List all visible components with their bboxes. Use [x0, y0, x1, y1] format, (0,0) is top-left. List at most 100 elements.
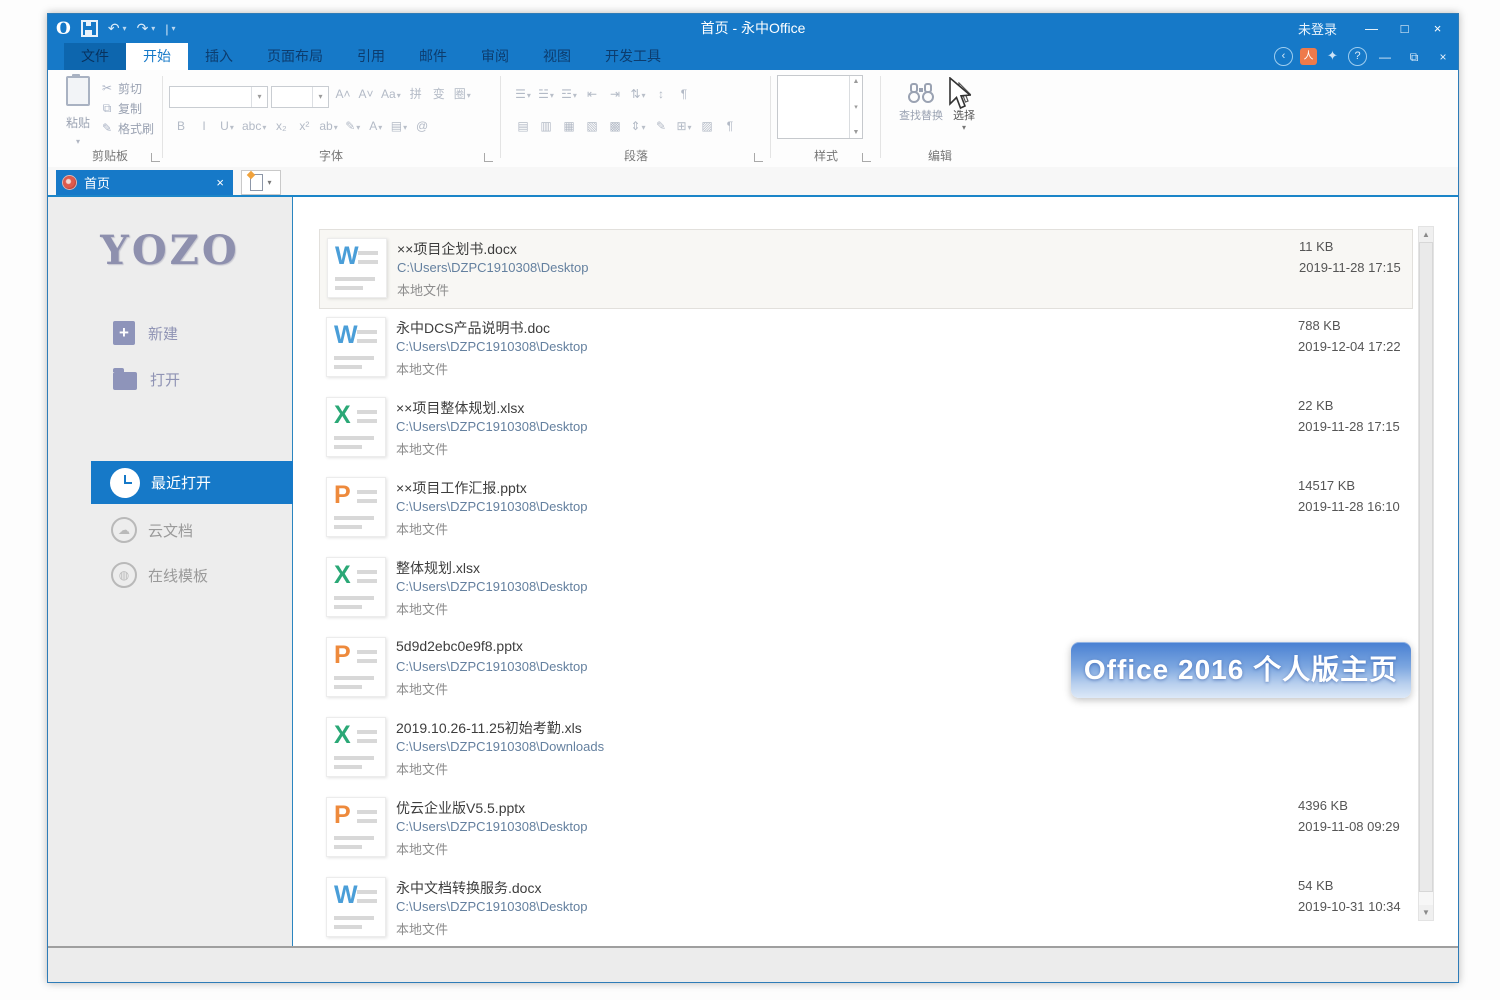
doc-restore-button[interactable]: ⧉ — [1403, 48, 1425, 66]
para-r2-icon-7[interactable]: ✎ — [651, 117, 671, 135]
sidebar-item-cloud[interactable]: ☁云文档 — [91, 512, 293, 548]
file-row[interactable]: W××项目企划书.docxC:\Users\DZPC1910308\Deskto… — [319, 229, 1413, 309]
share-icon[interactable]: ✦ — [1324, 48, 1341, 65]
file-location-badge: 本地文件 — [396, 839, 448, 858]
scroll-up-icon[interactable]: ▲ — [1419, 227, 1433, 242]
font-dialog-launcher[interactable] — [484, 153, 493, 162]
tab-mailings[interactable]: 邮件 — [402, 43, 464, 70]
tab-references[interactable]: 引用 — [340, 43, 402, 70]
font-size-caret-icon[interactable]: ▾ — [312, 87, 328, 107]
qat-customize-caret-icon[interactable]: ▾ — [171, 24, 175, 33]
para-r2-icon-3[interactable]: ▦ — [559, 117, 579, 135]
font-r1-icon-4[interactable]: 拼 — [406, 85, 426, 103]
font-r2-icon-9[interactable]: A▾ — [366, 117, 386, 135]
style-gallery-scroll[interactable]: ▲▾▼ — [849, 76, 862, 138]
file-row[interactable]: X××项目整体规划.xlsxC:\Users\DZPC1910308\Deskt… — [319, 389, 1413, 469]
copy-button[interactable]: ⧉复制 — [100, 98, 154, 118]
font-r2-icon-8[interactable]: ✎▾ — [343, 117, 363, 135]
sidebar-item-open[interactable]: 打开 — [113, 365, 180, 393]
doc-minimize-button[interactable]: — — [1374, 48, 1396, 66]
save-icon[interactable] — [81, 20, 98, 37]
font-r2-icon-3[interactable]: U▾ — [217, 117, 237, 135]
close-button[interactable]: × — [1423, 18, 1452, 40]
paste-button[interactable]: 粘贴 ▾ — [60, 76, 96, 142]
para-r1-icon-2[interactable]: ☱▾ — [536, 85, 556, 103]
login-status[interactable]: 未登录 — [1298, 19, 1337, 38]
file-row[interactable]: X2019.10.26-11.25初始考勤.xlsC:\Users\DZPC19… — [319, 709, 1413, 789]
find-replace-button[interactable]: 查找替换 — [899, 82, 943, 123]
font-r2-icon-4[interactable]: abc▾ — [240, 117, 268, 135]
user-avatar-icon[interactable]: 人 — [1300, 48, 1317, 65]
para-r1-icon-7[interactable]: ↕ — [651, 85, 671, 103]
font-r1-icon-3[interactable]: Aa▾ — [379, 85, 403, 103]
font-r1-icon-2[interactable]: A˅ — [356, 85, 376, 103]
font-r2-icon-1[interactable]: B — [171, 117, 191, 135]
para-r1-icon-3[interactable]: ☲▾ — [559, 85, 579, 103]
tab-dev-tools[interactable]: 开发工具 — [588, 43, 678, 70]
para-r2-icon-1[interactable]: ▤ — [513, 117, 533, 135]
tab-insert[interactable]: 插入 — [188, 43, 250, 70]
tab-view[interactable]: 视图 — [526, 43, 588, 70]
font-r2-icon-10[interactable]: ▤▾ — [389, 117, 409, 135]
redo-caret-icon[interactable]: ▾ — [151, 24, 155, 33]
redo-icon[interactable]: ↷ — [137, 20, 149, 37]
format-painter-button[interactable]: ✎格式刷 — [100, 118, 154, 138]
para-r2-icon-9[interactable]: ▨ — [697, 117, 717, 135]
font-size-combo[interactable]: ▾ — [271, 86, 329, 108]
tab-home[interactable]: 开始 — [126, 43, 188, 70]
para-r1-icon-5[interactable]: ⇥ — [605, 85, 625, 103]
para-r1-icon-8[interactable]: ¶ — [674, 85, 694, 103]
font-name-combo[interactable]: ▾ — [169, 86, 268, 108]
para-r2-icon-10[interactable]: ¶ — [720, 117, 740, 135]
back-circle-icon[interactable]: ‹ — [1274, 47, 1293, 66]
font-r2-icon-11[interactable]: @ — [412, 117, 432, 135]
file-row[interactable]: X整体规划.xlsxC:\Users\DZPC1910308\Desktop本地… — [319, 549, 1413, 629]
font-r1-icon-5[interactable]: 变 — [429, 85, 449, 103]
font-r1-icon-6[interactable]: 圈▾ — [452, 85, 473, 103]
para-r1-icon-6[interactable]: ⇅▾ — [628, 85, 648, 103]
para-r2-icon-8[interactable]: ⊞▾ — [674, 117, 694, 135]
font-r2-icon-5[interactable]: x₂ — [271, 117, 291, 135]
sidebar-item-new[interactable]: 新建 — [113, 319, 178, 347]
para-r2-icon-4[interactable]: ▧ — [582, 117, 602, 135]
para-r2-icon-2[interactable]: ▥ — [536, 117, 556, 135]
font-r2-icon-7[interactable]: ab▾ — [317, 117, 339, 135]
yozo-logo-icon[interactable]: O — [56, 19, 71, 39]
font-r1-icon-1[interactable]: A˄ — [333, 85, 353, 103]
tab-review[interactable]: 审阅 — [464, 43, 526, 70]
scroll-down-icon[interactable]: ▼ — [1419, 905, 1433, 920]
scrollbar[interactable]: ▲ ▼ — [1418, 226, 1434, 921]
sidebar-item-templates[interactable]: ◍在线模板 — [91, 557, 293, 593]
style-dialog-launcher[interactable] — [862, 153, 871, 162]
cut-button[interactable]: ✂剪切 — [100, 78, 154, 98]
tab-close-icon[interactable]: × — [216, 175, 224, 190]
file-row[interactable]: P××项目工作汇报.pptxC:\Users\DZPC1910308\Deskt… — [319, 469, 1413, 549]
tab-file[interactable]: 文件 — [64, 43, 126, 70]
para-r1-icon-4[interactable]: ⇤ — [582, 85, 602, 103]
font-r2-icon-6[interactable]: x² — [294, 117, 314, 135]
new-document-button[interactable]: ▾ — [241, 170, 281, 195]
file-row[interactable]: P优云企业版V5.5.pptxC:\Users\DZPC1910308\Desk… — [319, 789, 1413, 869]
font-r2-icon-2[interactable]: I — [194, 117, 214, 135]
clipboard-dialog-launcher[interactable] — [151, 153, 160, 162]
qat-customize-icon[interactable]: | — [165, 22, 168, 36]
doc-close-button[interactable]: × — [1432, 48, 1454, 66]
para-r1-icon-1[interactable]: ☰▾ — [513, 85, 533, 103]
file-row[interactable]: W永中文档转换服务.docxC:\Users\DZPC1910308\Deskt… — [319, 869, 1413, 949]
maximize-button[interactable]: □ — [1390, 18, 1419, 40]
style-gallery[interactable]: ▲▾▼ — [777, 75, 863, 139]
font-name-caret-icon[interactable]: ▾ — [251, 87, 267, 107]
sidebar-item-recent[interactable]: 最近打开 — [91, 461, 293, 504]
tab-home-page[interactable]: 首页 × — [56, 170, 233, 195]
para-r2-icon-5[interactable]: ▩ — [605, 117, 625, 135]
undo-icon[interactable]: ↶ — [108, 20, 120, 37]
help-icon[interactable]: ? — [1348, 47, 1367, 66]
scroll-thumb[interactable] — [1419, 242, 1433, 892]
para-r2-icon-6[interactable]: ⇕▾ — [628, 117, 648, 135]
paragraph-dialog-launcher[interactable] — [754, 153, 763, 162]
tab-page-layout[interactable]: 页面布局 — [250, 43, 340, 70]
file-row[interactable]: W永中DCS产品说明书.docC:\Users\DZPC1910308\Desk… — [319, 309, 1413, 389]
minimize-button[interactable]: — — [1357, 18, 1386, 40]
new-document-caret-icon[interactable]: ▾ — [267, 178, 271, 187]
undo-caret-icon[interactable]: ▾ — [123, 24, 127, 33]
